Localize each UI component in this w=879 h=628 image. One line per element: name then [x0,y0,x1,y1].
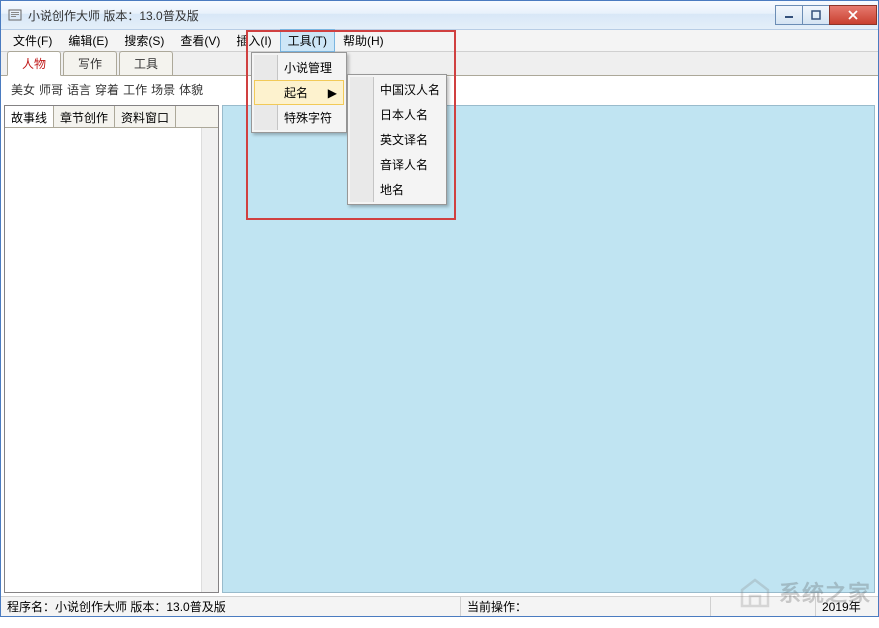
menu-search[interactable]: 搜索(S) [116,29,172,52]
status-program: 程序名： 小说创作大师 版本：13.0普及版 [1,597,461,616]
window-title: 小说创作大师 版本：13.0普及版 [28,7,776,24]
menu-insert[interactable]: 插入(I) [228,29,279,52]
tabbar: 人物 写作 工具 [1,52,878,76]
tab-writing[interactable]: 写作 [63,51,117,75]
menu-file[interactable]: 文件(F) [5,29,60,52]
status-program-value: 小说创作大师 版本：13.0普及版 [55,598,226,615]
status-operation: 当前操作： [461,597,711,616]
minimize-button[interactable] [775,5,803,25]
left-content [5,128,218,592]
menu-novel-manage[interactable]: 小说管理 [254,55,344,80]
left-tabs: 故事线 章节创作 资料窗口 [5,106,218,128]
editor-area[interactable] [222,105,875,593]
statusbar: 程序名： 小说创作大师 版本：13.0普及版 当前操作： 2019年 [1,596,878,616]
ltab-storyline[interactable]: 故事线 [5,106,54,127]
tools-dropdown: 小说管理 起名▶ 特殊字符 [251,52,347,133]
menu-special-chars[interactable]: 特殊字符 [254,105,344,130]
maximize-button[interactable] [802,5,830,25]
tool-clothing[interactable]: 穿着 [95,81,119,98]
menu-view[interactable]: 查看(V) [172,29,228,52]
close-button[interactable] [829,5,877,25]
submenu-place-name[interactable]: 地名 [350,177,444,202]
titlebar: 小说创作大师 版本：13.0普及版 [1,1,878,30]
menubar: 文件(F) 编辑(E) 搜索(S) 查看(V) 插入(I) 工具(T) 帮助(H… [1,30,878,52]
tool-language[interactable]: 语言 [67,81,91,98]
submenu-transliteration[interactable]: 音译人名 [350,152,444,177]
menu-naming[interactable]: 起名▶ [254,80,344,105]
tab-tools[interactable]: 工具 [119,51,173,75]
menu-edit[interactable]: 编辑(E) [60,29,116,52]
tool-beauty[interactable]: 美女 [11,81,35,98]
tool-handsome[interactable]: 师哥 [39,81,63,98]
tool-scene[interactable]: 场景 [151,81,175,98]
submenu-chinese-name[interactable]: 中国汉人名 [350,77,444,102]
status-op-label: 当前操作： [467,598,527,615]
left-panel: 故事线 章节创作 资料窗口 [4,105,219,593]
menu-tools[interactable]: 工具(T) [280,29,335,52]
naming-submenu: 中国汉人名 日本人名 英文译名 音译人名 地名 [347,74,447,205]
tool-work[interactable]: 工作 [123,81,147,98]
status-program-label: 程序名： [7,598,55,615]
app-icon [7,7,23,23]
status-blank [711,597,816,616]
tab-character[interactable]: 人物 [7,51,61,76]
tool-appearance[interactable]: 体貌 [179,81,203,98]
submenu-arrow-icon: ▶ [328,86,337,100]
status-year: 2019年 [816,597,878,616]
submenu-english-name[interactable]: 英文译名 [350,127,444,152]
ltab-chapters[interactable]: 章节创作 [54,106,115,127]
left-scrollbar[interactable] [201,128,218,592]
submenu-japanese-name[interactable]: 日本人名 [350,102,444,127]
menu-help[interactable]: 帮助(H) [335,29,392,52]
ltab-resources[interactable]: 资料窗口 [115,106,176,127]
window-controls [776,5,877,25]
